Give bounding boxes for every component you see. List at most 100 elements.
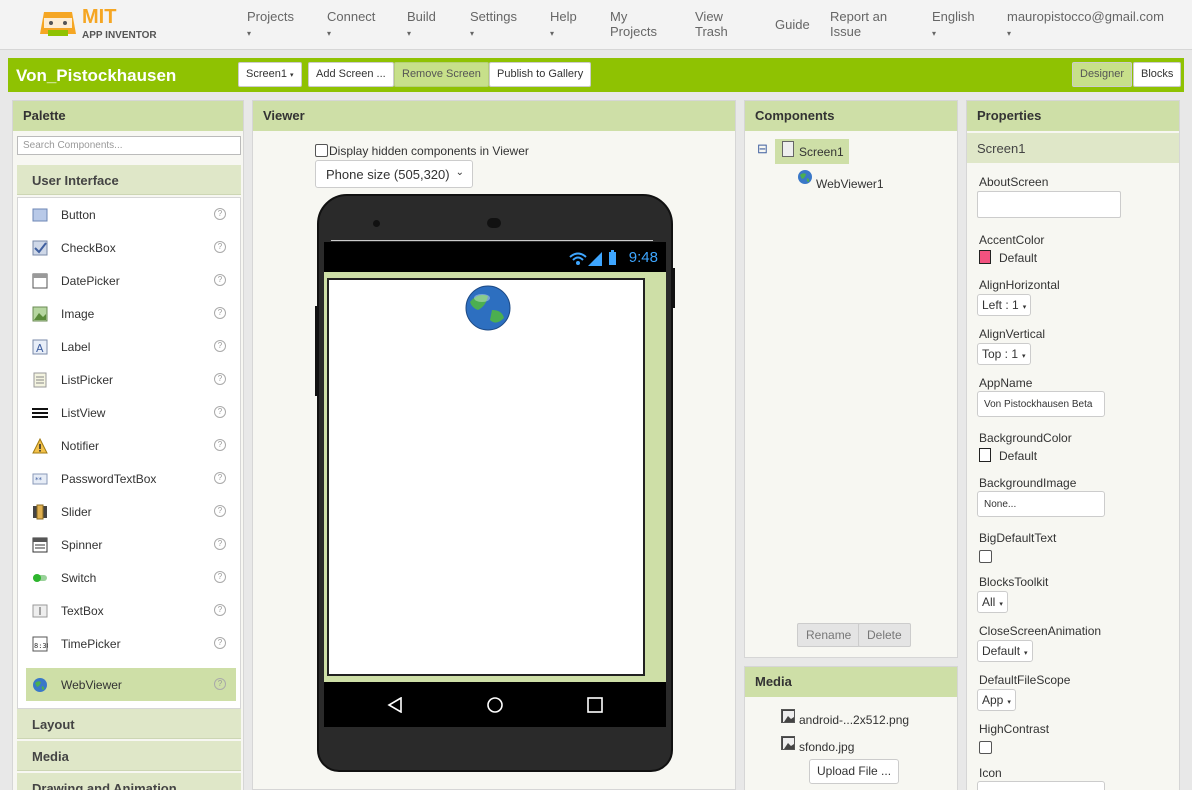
collapse-icon[interactable]: ⊟	[757, 141, 768, 157]
palette-item-switch[interactable]: Switch ?	[26, 561, 236, 594]
prop-blockstoolkit-label: BlocksToolkit	[979, 575, 1049, 589]
help-icon[interactable]: ?	[214, 373, 226, 385]
rename-button[interactable]: Rename	[797, 623, 861, 647]
palette-item-notifier[interactable]: Notifier ?	[26, 429, 236, 462]
help-icon[interactable]: ?	[214, 208, 226, 220]
add-screen-button[interactable]: Add Screen ...	[308, 62, 394, 87]
palette-item-label[interactable]: A Label ?	[26, 330, 236, 363]
nav-build[interactable]: Build ▾	[407, 9, 436, 41]
help-icon[interactable]: ?	[214, 406, 226, 418]
nav-user[interactable]: mauropistocco@gmail.com ▾	[1007, 9, 1164, 41]
designer-button[interactable]: Designer	[1072, 62, 1133, 87]
background-color-swatch[interactable]	[979, 448, 991, 462]
accent-color-swatch[interactable]	[979, 250, 991, 264]
nav-language[interactable]: English ▾	[932, 9, 975, 41]
palette-item-listview[interactable]: ListView ?	[26, 396, 236, 429]
back-icon[interactable]	[387, 697, 403, 713]
image-file-icon	[781, 709, 795, 723]
prop-highcontrast-label: HighContrast	[979, 722, 1050, 736]
viewer-title: Viewer	[253, 101, 735, 131]
nav-projects[interactable]: Projects ▾	[247, 9, 294, 41]
category-drawing-animation[interactable]: Drawing and Animation	[17, 773, 241, 790]
upload-file-button[interactable]: Upload File ...	[809, 759, 900, 784]
help-icon[interactable]: ?	[214, 571, 226, 583]
help-icon[interactable]: ?	[214, 241, 226, 253]
chevron-down-icon: ▾	[407, 29, 412, 38]
help-icon[interactable]: ?	[214, 505, 226, 517]
palette-item-datepicker[interactable]: DatePicker ?	[26, 264, 236, 297]
help-icon[interactable]: ?	[214, 274, 226, 286]
nav-guide[interactable]: Guide	[775, 17, 810, 32]
switch-icon	[33, 574, 47, 582]
background-color-value[interactable]: Default	[999, 449, 1037, 463]
closescreenanimation-select[interactable]: Default ▾	[977, 640, 1033, 662]
svg-text:**: **	[35, 476, 43, 484]
palette-item-passwordtextbox[interactable]: ** PasswordTextBox ?	[26, 462, 236, 495]
nav-view-trash[interactable]: View Trash	[695, 9, 745, 39]
defaultfilescope-value: App	[982, 693, 1004, 707]
selected-component-label: Screen1	[967, 133, 1179, 163]
category-layout[interactable]: Layout	[17, 709, 241, 739]
project-title: Von_Pistockhausen	[16, 66, 177, 85]
backgroundimage-input[interactable]: None...	[977, 491, 1105, 517]
publish-gallery-button[interactable]: Publish to Gallery	[489, 62, 592, 87]
highcontrast-checkbox[interactable]	[979, 741, 992, 754]
aboutscreen-textarea[interactable]	[977, 191, 1121, 218]
delete-button[interactable]: Delete	[858, 623, 911, 647]
appname-input[interactable]: Von Pistockhausen Beta	[977, 391, 1105, 417]
help-icon[interactable]: ?	[214, 340, 226, 352]
palette-item-checkbox[interactable]: CheckBox ?	[26, 231, 236, 264]
app-inventor-logo[interactable]: MIT APP INVENTOR	[36, 4, 166, 44]
palette-item-button[interactable]: Button ?	[26, 198, 236, 231]
accent-color-value[interactable]: Default	[999, 251, 1037, 265]
nav-settings[interactable]: Settings ▾	[470, 9, 517, 41]
palette-item-webviewer[interactable]: WebViewer ?	[26, 668, 236, 701]
palette-item-spinner[interactable]: Spinner ?	[26, 528, 236, 561]
help-icon[interactable]: ?	[214, 604, 226, 616]
search-input[interactable]: Search Components...	[17, 136, 241, 155]
palette-item-label: CheckBox	[61, 241, 116, 255]
clock-icon: 8:30	[32, 636, 48, 652]
prop-closescreenanimation-label: CloseScreenAnimation	[979, 624, 1102, 638]
home-icon[interactable]	[487, 697, 503, 713]
listpicker-icon	[33, 372, 47, 388]
webviewer-component[interactable]	[327, 278, 645, 676]
screen-select[interactable]: Screen1 ▾	[238, 62, 302, 87]
alignvertical-select[interactable]: Top : 1 ▾	[977, 343, 1031, 365]
screen-edge	[331, 240, 653, 241]
category-media[interactable]: Media	[17, 741, 241, 771]
top-navigation: MIT APP INVENTOR Projects ▾ Connect ▾ Buil…	[0, 0, 1192, 50]
phone-size-select[interactable]: Phone size (505,320) ⌄	[315, 160, 473, 188]
palette-item-timepicker[interactable]: 8:30 TimePicker ?	[26, 627, 236, 660]
remove-screen-button[interactable]: Remove Screen	[394, 62, 489, 87]
palette-item-slider[interactable]: Slider ?	[26, 495, 236, 528]
help-icon[interactable]: ?	[214, 678, 226, 690]
nav-report-issue[interactable]: Report an Issue	[830, 9, 910, 39]
tree-item-screen1[interactable]: Screen1	[775, 139, 849, 164]
blockstoolkit-select[interactable]: All ▾	[977, 591, 1008, 613]
nav-help[interactable]: Help ▾	[550, 9, 577, 41]
alignhorizontal-select[interactable]: Left : 1 ▾	[977, 294, 1032, 316]
tree-item-webviewer1[interactable]: WebViewer1	[797, 169, 897, 191]
icon-input[interactable]	[977, 781, 1105, 790]
phone-size-label: Phone size (505,320)	[326, 167, 450, 182]
help-icon[interactable]: ?	[214, 637, 226, 649]
chevron-down-icon: ▾	[470, 29, 475, 38]
alignhorizontal-value: Left : 1	[982, 298, 1019, 312]
help-icon[interactable]: ?	[214, 307, 226, 319]
palette-item-listpicker[interactable]: ListPicker ?	[26, 363, 236, 396]
nav-my-projects[interactable]: My Projects	[610, 9, 670, 39]
category-user-interface[interactable]: User Interface	[17, 165, 241, 195]
defaultfilescope-select[interactable]: App ▾	[977, 689, 1016, 711]
nav-connect[interactable]: Connect ▾	[327, 9, 375, 41]
bigdefaulttext-checkbox[interactable]	[979, 550, 992, 563]
help-icon[interactable]: ?	[214, 439, 226, 451]
help-icon[interactable]: ?	[214, 538, 226, 550]
palette-item-image[interactable]: Image ?	[26, 297, 236, 330]
palette-item-textbox[interactable]: TextBox ?	[26, 594, 236, 627]
blocks-button[interactable]: Blocks	[1133, 62, 1182, 87]
nav-connect-label: Connect	[327, 9, 376, 24]
hidden-components-checkbox[interactable]	[315, 144, 328, 157]
help-icon[interactable]: ?	[214, 472, 226, 484]
recents-icon[interactable]	[587, 697, 603, 713]
